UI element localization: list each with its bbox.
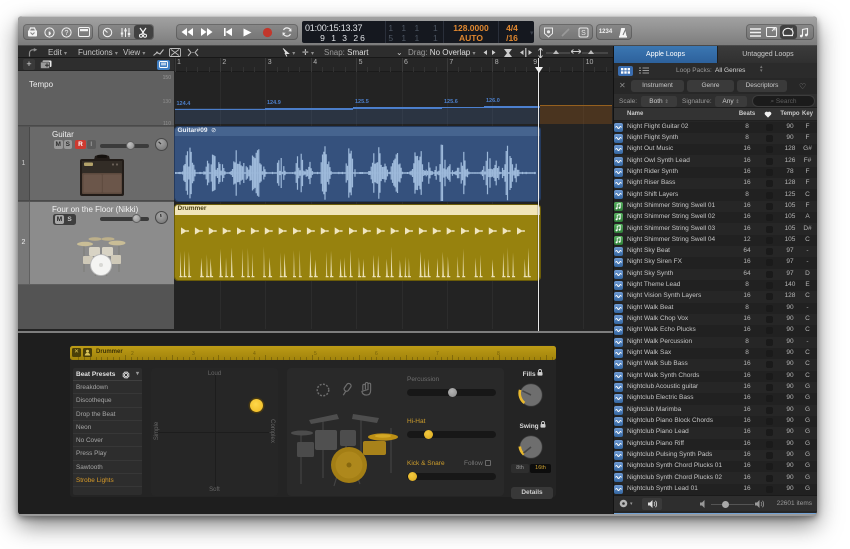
svg-text:S: S (581, 30, 586, 37)
svg-text:?: ? (65, 30, 69, 37)
